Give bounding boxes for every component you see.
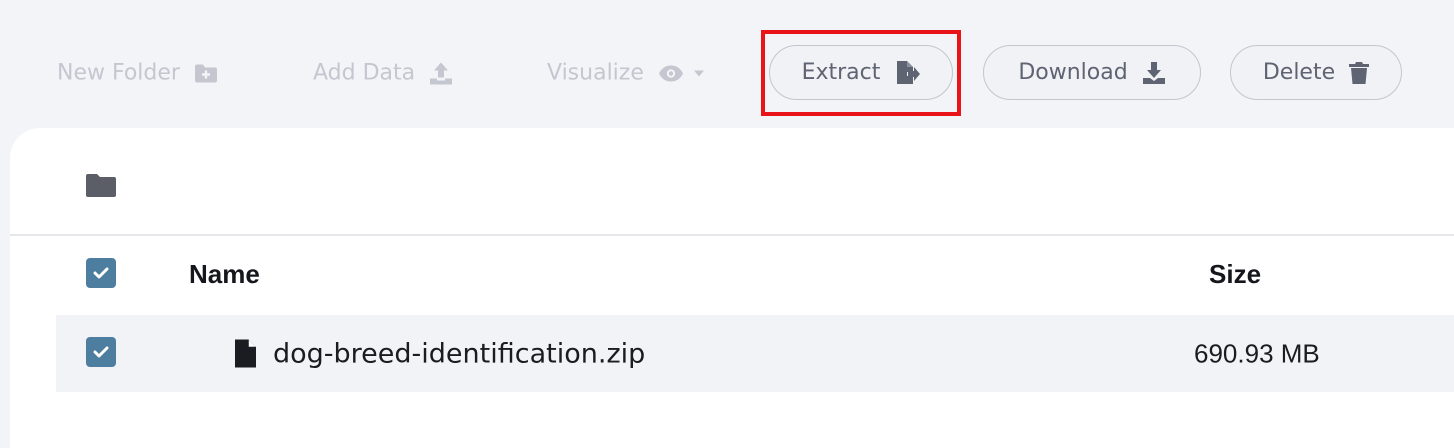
add-data-label: Add Data <box>313 60 416 86</box>
eye-icon <box>658 65 683 81</box>
new-folder-button[interactable]: New Folder <box>57 61 218 86</box>
table-row[interactable]: dog-breed-identification.zip 690.93 MB <box>56 315 1454 392</box>
upload-icon <box>430 62 453 84</box>
file-export-icon <box>897 60 921 84</box>
download-icon <box>1142 61 1165 84</box>
download-button[interactable]: Download <box>983 45 1201 100</box>
check-icon <box>93 346 109 358</box>
trash-icon <box>1349 61 1370 84</box>
download-label: Download <box>1018 60 1128 85</box>
file-size: 690.93 MB <box>1194 338 1320 368</box>
row-checkbox[interactable] <box>86 337 116 367</box>
file-name-link[interactable]: dog-breed-identification.zip <box>234 338 645 369</box>
file-icon <box>235 339 256 368</box>
add-data-button[interactable]: Add Data <box>313 61 453 86</box>
chevron-down-icon <box>693 70 704 76</box>
toolbar: New Folder Add Data Visualize Extract Do… <box>0 0 1454 128</box>
folder-icon[interactable] <box>85 173 117 198</box>
divider <box>10 234 1454 236</box>
delete-button[interactable]: Delete <box>1230 45 1402 100</box>
file-browser-panel: Name Size dog-breed-identification.zip 6… <box>10 128 1454 448</box>
column-header-name[interactable]: Name <box>189 259 260 290</box>
file-name: dog-breed-identification.zip <box>273 338 646 369</box>
delete-label: Delete <box>1262 60 1336 85</box>
visualize-dropdown[interactable]: Visualize <box>547 61 704 86</box>
new-folder-label: New Folder <box>57 60 180 86</box>
column-header-size[interactable]: Size <box>1209 259 1261 290</box>
folder-plus-icon <box>194 64 217 82</box>
extract-label: Extract <box>801 60 881 85</box>
select-all-checkbox[interactable] <box>86 258 116 288</box>
check-icon <box>93 267 109 279</box>
extract-button[interactable]: Extract <box>769 45 953 100</box>
visualize-label: Visualize <box>547 60 644 86</box>
